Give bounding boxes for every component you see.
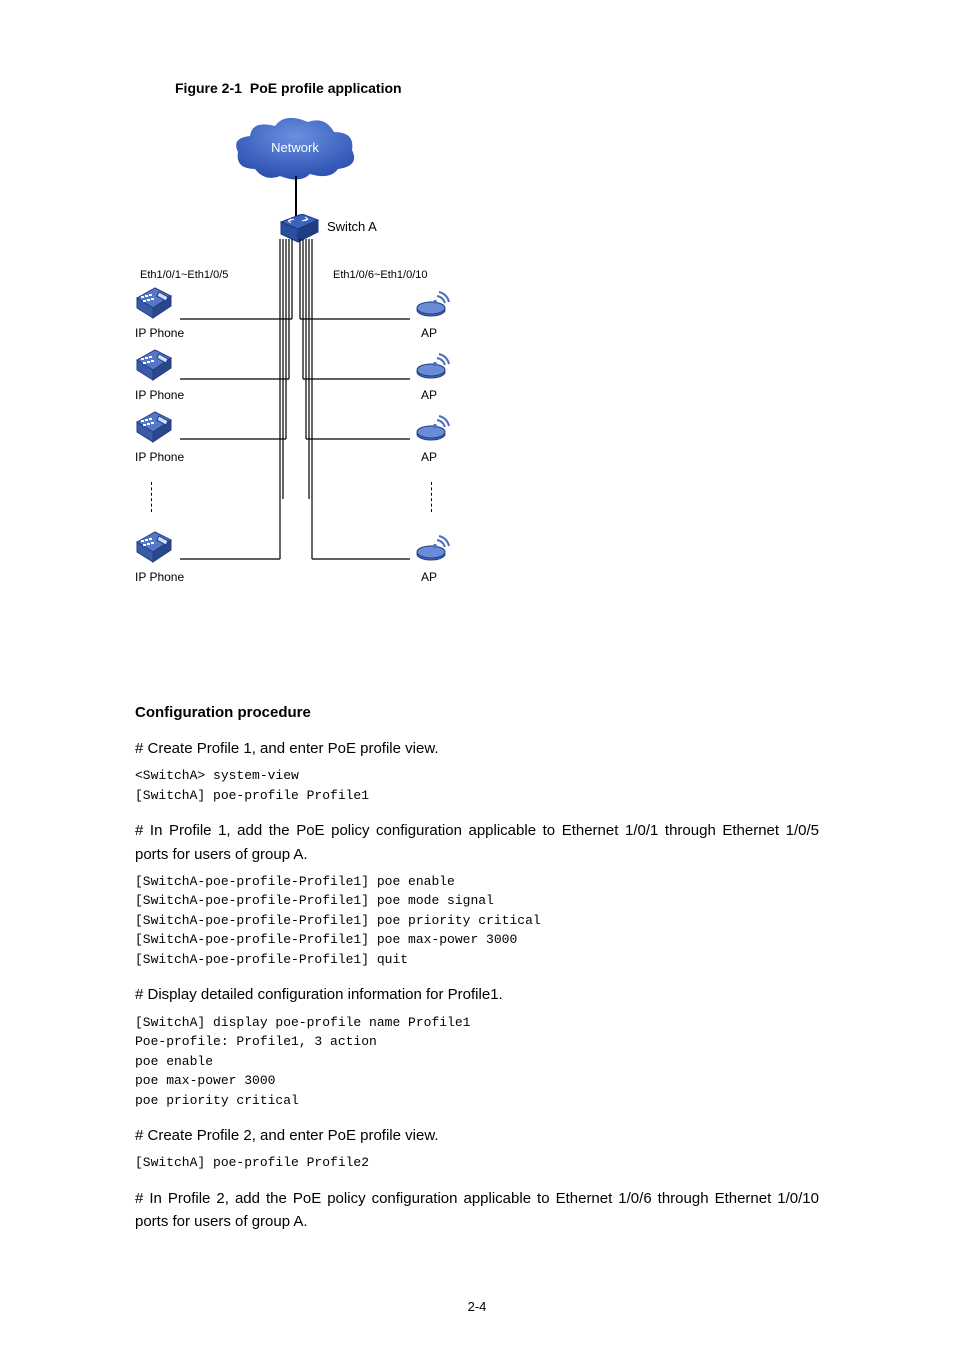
device-label: IP Phone — [135, 450, 184, 464]
ip-phone-icon — [135, 348, 173, 387]
ap-icon — [415, 532, 455, 567]
cloud-label: Network — [271, 140, 319, 155]
device-label: IP Phone — [135, 326, 184, 340]
device-label: AP — [421, 388, 437, 402]
cli-block: <SwitchA> system-view [SwitchA] poe-prof… — [135, 766, 819, 805]
diagram: Network Switch A Eth1/0/1~Eth1/0/5 Eth1/… — [135, 114, 819, 584]
cli-block: [SwitchA-poe-profile-Profile1] poe enabl… — [135, 872, 819, 970]
cli-block: [SwitchA] display poe-profile name Profi… — [135, 1013, 819, 1111]
step-desc: # In Profile 2, add the PoE policy confi… — [135, 1187, 819, 1234]
ip-phone-icon — [135, 410, 173, 449]
section-heading: Configuration procedure — [135, 704, 819, 721]
device-label: AP — [421, 326, 437, 340]
step-desc: # Create Profile 2, and enter PoE profil… — [135, 1124, 819, 1147]
ap-icon — [415, 350, 455, 385]
ellipsis-dots — [151, 482, 152, 512]
device-label: AP — [421, 450, 437, 464]
figure-title: PoE profile application — [250, 80, 402, 96]
step-desc: # Create Profile 1, and enter PoE profil… — [135, 737, 819, 760]
step-desc: # In Profile 1, add the PoE policy confi… — [135, 819, 819, 866]
figure-caption: Figure 2-1 PoE profile application — [135, 80, 819, 96]
ellipsis-dots — [431, 482, 432, 512]
ip-phone-icon — [135, 286, 173, 325]
ap-icon — [415, 288, 455, 323]
ip-phone-icon — [135, 530, 173, 569]
step-desc: # Display detailed configuration informa… — [135, 983, 819, 1006]
switch-label: Switch A — [327, 219, 377, 234]
device-label: IP Phone — [135, 570, 184, 584]
cli-block: [SwitchA] poe-profile Profile2 — [135, 1153, 819, 1173]
ap-icon — [415, 412, 455, 447]
device-label: IP Phone — [135, 388, 184, 402]
link-line — [295, 176, 297, 216]
page-number: 2-4 — [0, 1299, 954, 1314]
device-label: AP — [421, 570, 437, 584]
figure-number: Figure 2-1 — [175, 80, 242, 96]
